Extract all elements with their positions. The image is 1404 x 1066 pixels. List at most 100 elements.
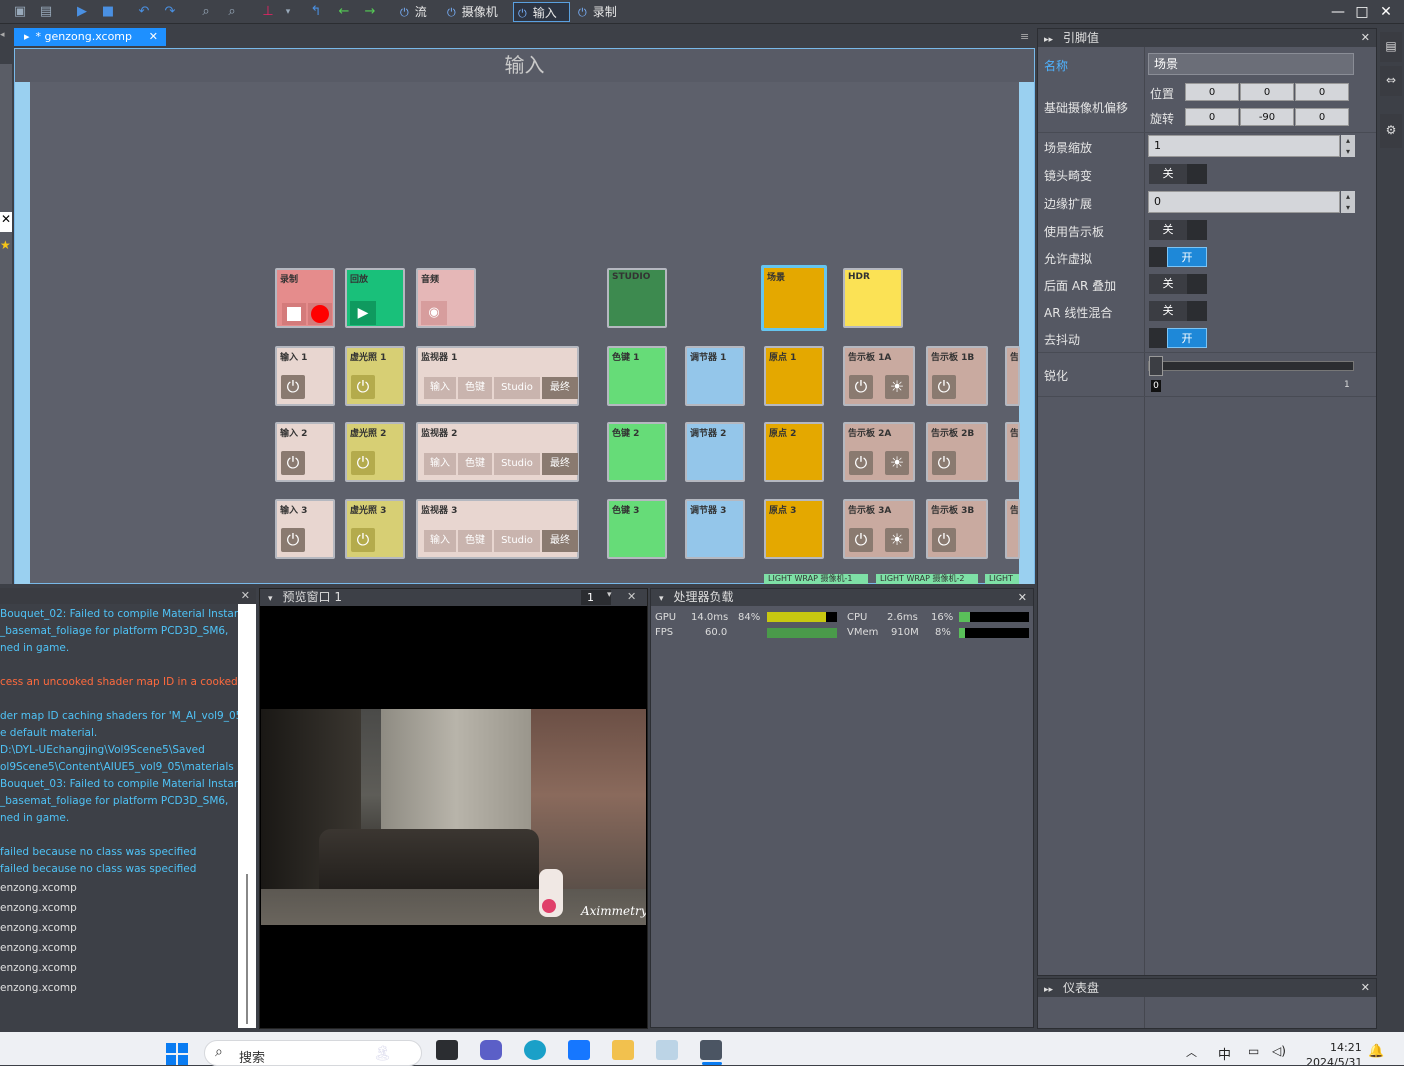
network-icon[interactable]: ▭: [1248, 1044, 1259, 1058]
start-record-button[interactable]: [308, 303, 332, 325]
origin-tile[interactable]: 原点 1: [764, 346, 824, 406]
power-icon[interactable]: ⏻: [932, 451, 956, 475]
light-wrap-partial[interactable]: LIGHT: [985, 574, 1019, 584]
axis-icon[interactable]: ⊥: [260, 4, 276, 20]
monitor-tile[interactable]: 监视器 3 输入 色键 Studio 最终: [416, 499, 579, 559]
pin-icon[interactable]: ▾: [268, 594, 273, 604]
rotation-y-field[interactable]: -90: [1240, 108, 1294, 126]
toolbar-input-button[interactable]: ⏻ 输入: [513, 2, 570, 22]
save-icon[interactable]: ▣: [12, 4, 28, 20]
log-scrollbar[interactable]: [238, 604, 256, 1028]
adjuster-tile[interactable]: 调节器 1: [685, 346, 745, 406]
volume-icon[interactable]: ◁): [1272, 1044, 1286, 1058]
tab-genzong[interactable]: ▸ * genzong.xcomp ✕: [14, 28, 166, 46]
billboard-b-tile[interactable]: 告示板 3B ⏻: [926, 499, 988, 559]
virtual-light-tile[interactable]: 虚光照 3 ⏻: [345, 499, 405, 559]
minimize-button[interactable]: —: [1328, 2, 1348, 22]
log-scroll-thumb[interactable]: [246, 874, 248, 1024]
hdr-tile[interactable]: HDR: [843, 268, 903, 328]
power-icon[interactable]: ⏻: [351, 528, 375, 552]
power-icon[interactable]: ⏻: [281, 375, 305, 399]
back-arrow-icon[interactable]: ←: [336, 4, 352, 20]
power-icon[interactable]: ⏻: [849, 528, 873, 552]
tab-scroll-left-icon[interactable]: ◂: [0, 30, 10, 44]
aximmetry-icon[interactable]: [700, 1040, 722, 1060]
light-wrap-camera-2[interactable]: LIGHT WRAP 摄像机-2: [876, 574, 978, 584]
monitor-segment-button[interactable]: Studio: [494, 453, 540, 475]
origin-tile[interactable]: 原点 2: [764, 422, 824, 482]
toolbar-record-button[interactable]: ⏻ 录制: [574, 2, 621, 22]
tab-menu-icon[interactable]: ≡: [1020, 30, 1029, 43]
redo-icon[interactable]: ↷: [162, 4, 178, 20]
start-icon[interactable]: [166, 1043, 188, 1065]
billboard-partial-tile[interactable]: 告: [1005, 499, 1020, 559]
sharpen-slider-handle[interactable]: [1149, 356, 1163, 376]
origin-tile[interactable]: 原点 3: [764, 499, 824, 559]
billboard-b-tile[interactable]: 告示板 2B ⏻: [926, 422, 988, 482]
power-icon[interactable]: ⏻: [351, 451, 375, 475]
sharpen-slider[interactable]: [1148, 356, 1354, 376]
monitor-segment-button[interactable]: 最终: [542, 530, 578, 552]
collapse-icon[interactable]: ▸▸: [1044, 35, 1053, 45]
stop-record-button[interactable]: [282, 303, 306, 325]
power-icon[interactable]: ⏻: [932, 528, 956, 552]
toolbar-camera-button[interactable]: ⏻ 摄像机: [443, 2, 502, 22]
edge-icon[interactable]: [524, 1040, 546, 1060]
power-icon[interactable]: ⏻: [351, 375, 375, 399]
light-icon[interactable]: ☀: [885, 451, 909, 475]
allow-virtual-toggle[interactable]: 开: [1149, 247, 1207, 267]
zoom-in-icon[interactable]: ⌕: [198, 4, 214, 20]
clock-time[interactable]: 14:21: [1330, 1041, 1362, 1054]
log-close-icon[interactable]: ✕: [241, 589, 250, 602]
billboard-b-tile[interactable]: 告示板 1B ⏻: [926, 346, 988, 406]
billboard-partial-tile[interactable]: 告: [1005, 422, 1020, 482]
playback-tile[interactable]: 回放 ▶: [345, 268, 405, 328]
audio-icon[interactable]: ◉: [421, 301, 447, 325]
rotation-x-field[interactable]: 0: [1185, 108, 1239, 126]
close-icon[interactable]: ✕: [0, 212, 12, 232]
monitor-segment-button[interactable]: 色键: [458, 377, 492, 399]
audio-tile[interactable]: 音频 ◉: [416, 268, 476, 328]
taskbar-search[interactable]: ⌕ 搜索 🏝: [204, 1040, 422, 1066]
lens-distortion-toggle[interactable]: 关: [1149, 164, 1207, 184]
power-icon[interactable]: ⏻: [281, 451, 305, 475]
monitor-segment-button[interactable]: 最终: [542, 453, 578, 475]
collapse-icon[interactable]: ▸▸: [1044, 985, 1053, 995]
billboard-a-tile[interactable]: 告示板 2A ⏻ ☀: [843, 422, 915, 482]
play-icon[interactable]: ▶: [350, 301, 376, 325]
clock-date[interactable]: 2024/5/31: [1306, 1056, 1362, 1065]
settings-icon[interactable]: ⚙: [1380, 114, 1402, 148]
dropdown-arrow-icon[interactable]: ▾: [607, 590, 612, 600]
panel-close-icon[interactable]: ✕: [1361, 979, 1370, 997]
scene-tile[interactable]: 场景: [761, 265, 827, 331]
app-icon[interactable]: [568, 1040, 590, 1060]
name-field[interactable]: 场景: [1148, 53, 1354, 75]
teams-icon[interactable]: [480, 1040, 502, 1060]
toolbar-flow-button[interactable]: ⏻ 流: [396, 2, 431, 22]
monitor-segment-button[interactable]: Studio: [494, 377, 540, 399]
axis-dropdown-icon[interactable]: ▾: [280, 4, 296, 20]
light-icon[interactable]: ☀: [885, 375, 909, 399]
power-icon[interactable]: ⏻: [849, 375, 873, 399]
input-tile[interactable]: 输入 3 ⏻: [275, 499, 335, 559]
billboard-a-tile[interactable]: 告示板 3A ⏻ ☀: [843, 499, 915, 559]
monitor-segment-button[interactable]: 最终: [542, 377, 578, 399]
virtual-light-tile[interactable]: 虚光照 2 ⏻: [345, 422, 405, 482]
processor-close-icon[interactable]: ✕: [1018, 589, 1027, 606]
preview-close-icon[interactable]: ✕: [627, 590, 636, 603]
monitor-tile[interactable]: 监视器 1 输入 色键 Studio 最终: [416, 346, 579, 406]
adjuster-tile[interactable]: 调节器 2: [685, 422, 745, 482]
studio-tile[interactable]: STUDIO: [607, 268, 667, 328]
edge-expand-spinner-icon[interactable]: ▴ ▾: [1341, 191, 1355, 213]
monitor-tile[interactable]: 监视器 2 输入 色键 Studio 最终: [416, 422, 579, 482]
scene-scale-field[interactable]: 1: [1148, 135, 1340, 157]
position-x-field[interactable]: 0: [1185, 83, 1239, 101]
up-arrow-icon[interactable]: ↰: [308, 4, 324, 20]
use-board-toggle[interactable]: 关: [1149, 220, 1207, 240]
virtual-light-tile[interactable]: 虚光照 1 ⏻: [345, 346, 405, 406]
folder-icon[interactable]: [612, 1040, 634, 1060]
power-icon[interactable]: ⏻: [849, 451, 873, 475]
ime-indicator[interactable]: 中: [1218, 1044, 1231, 1063]
tray-chevron-icon[interactable]: ︿: [1186, 1044, 1197, 1060]
stop-icon[interactable]: ■: [100, 4, 116, 20]
